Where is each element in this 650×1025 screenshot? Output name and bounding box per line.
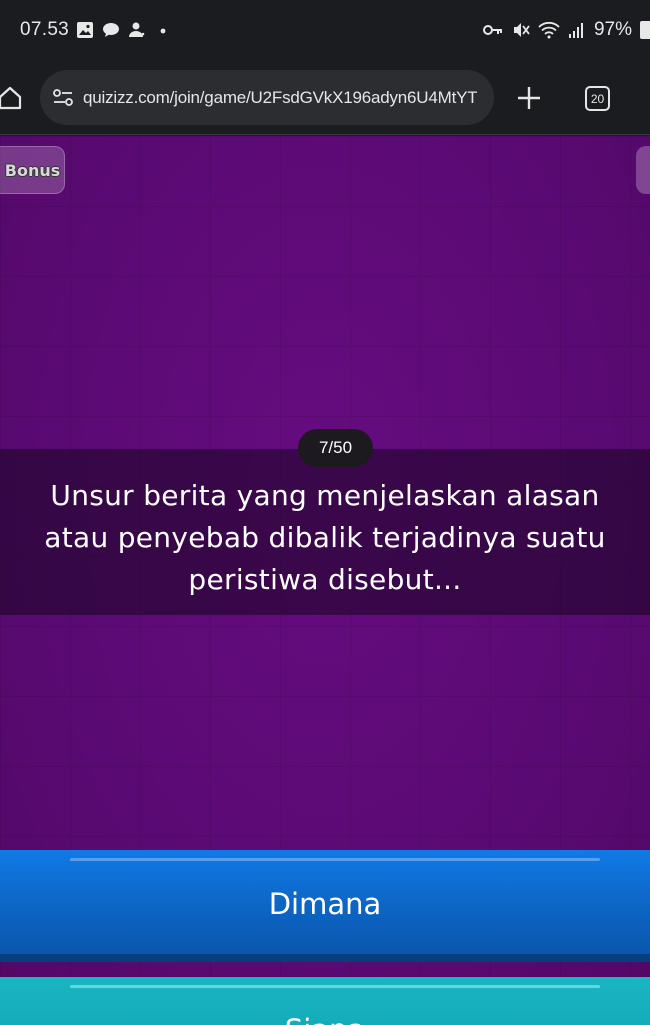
person-icon <box>129 22 145 37</box>
answer-option-1[interactable]: Dimana <box>0 850 650 962</box>
dot-icon <box>160 28 166 34</box>
answer-shine <box>70 985 600 988</box>
tab-count: 20 <box>590 91 605 106</box>
tab-switcher-button[interactable]: 20 <box>585 86 610 111</box>
question-progress-badge: 7/50 <box>298 429 373 467</box>
notification-icons <box>76 21 172 39</box>
browser-toolbar: quizizz.com/join/game/U2FsdGVkX196adyn6U… <box>0 62 650 135</box>
battery-icon <box>640 21 650 39</box>
mute-icon <box>513 23 530 37</box>
status-time: 07.53 <box>20 19 70 40</box>
battery-percent: 97% <box>593 19 632 40</box>
answer-label: Siapa <box>0 1013 650 1025</box>
vpn-key-icon <box>482 25 502 35</box>
answer-option-2[interactable]: Siapa <box>0 977 650 1025</box>
signal-icon <box>568 23 583 38</box>
status-bar: 07.53 97% <box>0 0 650 62</box>
quiz-game-area: Bonus 7/50 Unsur berita yang menjelaskan… <box>0 136 650 1025</box>
answer-label: Dimana <box>268 887 382 921</box>
bonus-button[interactable]: Bonus <box>0 146 65 194</box>
home-icon[interactable] <box>0 84 24 112</box>
gallery-icon <box>77 22 93 38</box>
url-text[interactable]: quizizz.com/join/game/U2FsdGVkX196adyn6U… <box>83 88 477 108</box>
question-progress: 7/50 <box>318 438 353 457</box>
address-bar[interactable]: quizizz.com/join/game/U2FsdGVkX196adyn6U… <box>40 70 494 125</box>
chat-icon <box>103 23 119 37</box>
bonus-label: Bonus <box>4 160 61 180</box>
new-tab-icon[interactable] <box>514 83 544 113</box>
question-text: Unsur berita yang menjelaskan alasan ata… <box>44 479 606 596</box>
site-settings-icon[interactable] <box>52 87 74 109</box>
system-icons: 97% <box>482 19 650 41</box>
wifi-icon <box>538 21 560 39</box>
right-menu-tab[interactable] <box>636 146 650 194</box>
answer-shine <box>70 858 600 861</box>
